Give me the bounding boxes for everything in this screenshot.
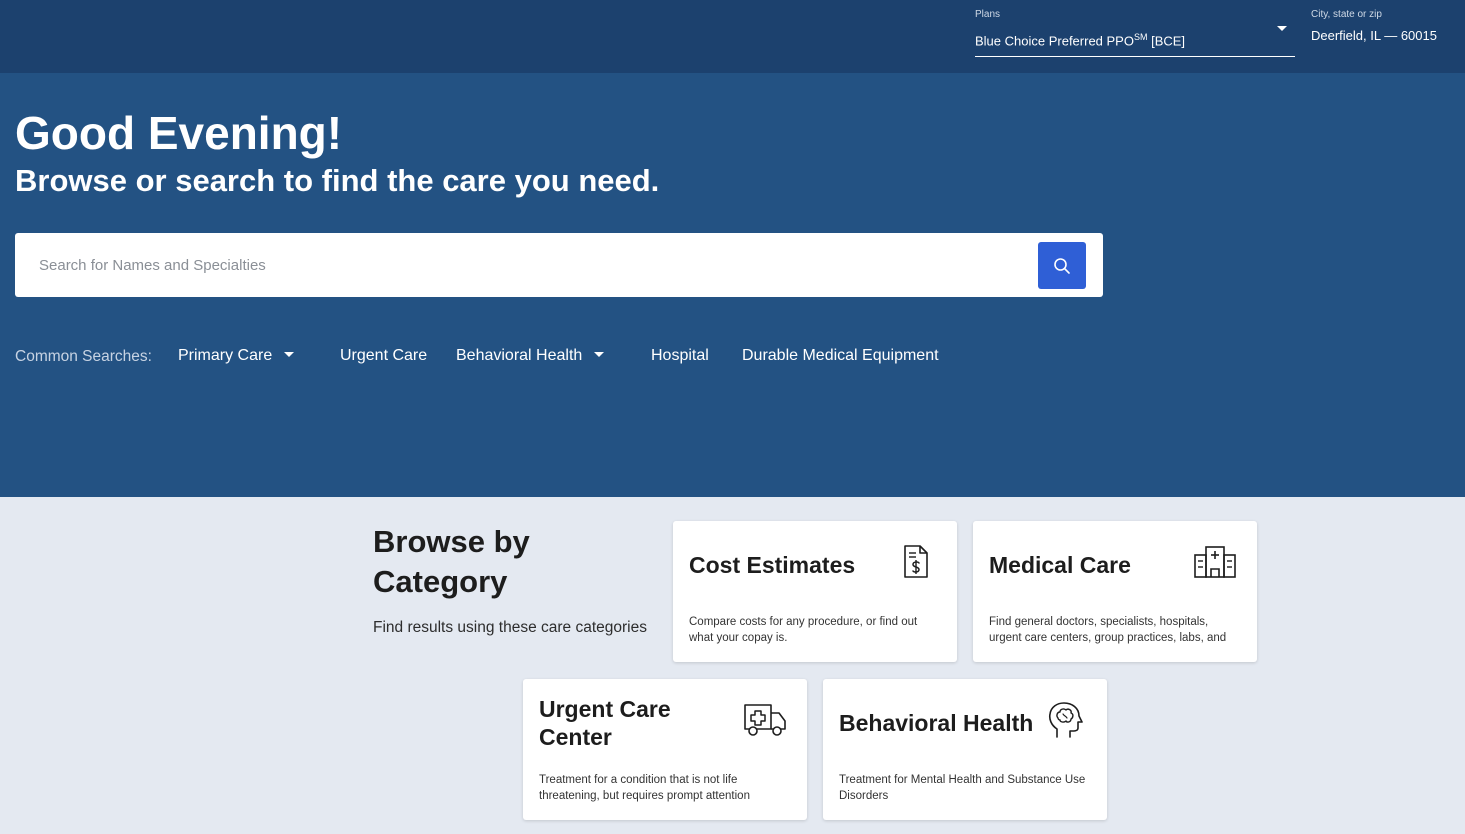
card-description: Treatment for a condition that is not li… bbox=[539, 774, 750, 802]
browse-title: Browse by Category bbox=[373, 524, 530, 599]
top-bar: Plans Blue Choice Preferred PPOSM [BCE] … bbox=[0, 0, 1465, 73]
common-search-label: Urgent Care bbox=[340, 347, 428, 364]
ambulance-icon bbox=[744, 704, 786, 736]
plans-label: Plans bbox=[975, 9, 1001, 20]
card-urgent-care-center[interactable]: Urgent Care Center Treatment for a condi… bbox=[523, 679, 807, 820]
chevron-down-icon bbox=[1277, 26, 1287, 31]
common-search-behavioral-health[interactable]: Behavioral Health bbox=[456, 347, 605, 365]
plan-service-mark: SM bbox=[1133, 32, 1148, 42]
common-search-durable-medical-equipment[interactable]: Durable Medical Equipment bbox=[742, 347, 939, 365]
location-value: Deerfield, IL — 60015 bbox=[1311, 28, 1437, 43]
common-search-label: Primary Care bbox=[178, 347, 273, 364]
search-button[interactable] bbox=[1038, 242, 1086, 289]
card-title: Medical Care bbox=[989, 552, 1131, 578]
plan-code: [BCE] bbox=[1147, 33, 1186, 49]
brain-head-icon bbox=[1048, 702, 1083, 738]
dollar-document-icon bbox=[904, 545, 928, 578]
plan-select[interactable]: Plans Blue Choice Preferred PPOSM [BCE] bbox=[975, 8, 1295, 57]
card-cost-estimates[interactable]: Cost Estimates Compare costs for any pro… bbox=[673, 521, 957, 662]
common-search-hospital[interactable]: Hospital bbox=[651, 347, 709, 365]
greeting-heading: Good Evening! bbox=[15, 107, 343, 159]
common-searches-label: Common Searches: bbox=[15, 348, 152, 365]
hero-subtitle: Browse or search to find the care you ne… bbox=[15, 163, 660, 198]
chevron-down-icon bbox=[284, 352, 295, 358]
plan-name: Blue Choice Preferred PPO bbox=[975, 33, 1134, 49]
common-search-label: Behavioral Health bbox=[456, 347, 583, 364]
common-search-urgent-care[interactable]: Urgent Care bbox=[340, 347, 427, 365]
browse-subtitle: Find results using these care categories bbox=[373, 619, 647, 636]
card-medical-care[interactable]: Medical Care Find general doctors, speci… bbox=[973, 521, 1257, 662]
card-title: Cost Estimates bbox=[689, 552, 856, 578]
card-description: Compare costs for any procedure, or find… bbox=[689, 616, 918, 644]
chevron-down-icon bbox=[594, 352, 605, 358]
card-description: Find general doctors, specialists, hospi… bbox=[989, 616, 1227, 644]
hospital-building-icon bbox=[1194, 546, 1236, 578]
card-behavioral-health[interactable]: Behavioral Health Treatment for Mental H… bbox=[823, 679, 1107, 820]
card-description: Treatment for Mental Health and Substanc… bbox=[839, 774, 1086, 802]
common-search-label: Durable Medical Equipment bbox=[742, 347, 939, 364]
search-icon bbox=[1054, 257, 1070, 274]
card-title: Urgent Care Center bbox=[539, 696, 671, 750]
card-title: Behavioral Health bbox=[839, 710, 1034, 736]
search-box bbox=[15, 233, 1103, 297]
location-label: City, state or zip bbox=[1311, 9, 1382, 20]
common-search-primary-care[interactable]: Primary Care bbox=[178, 347, 295, 365]
location-selector[interactable]: City, state or zip Deerfield, IL — 60015 bbox=[1311, 8, 1456, 48]
search-input[interactable] bbox=[29, 245, 1029, 285]
plan-value: Blue Choice Preferred PPOSM [BCE] bbox=[975, 32, 1185, 48]
hero-section: Good Evening! Browse or search to find t… bbox=[0, 73, 1465, 497]
common-search-label: Hospital bbox=[651, 347, 709, 364]
